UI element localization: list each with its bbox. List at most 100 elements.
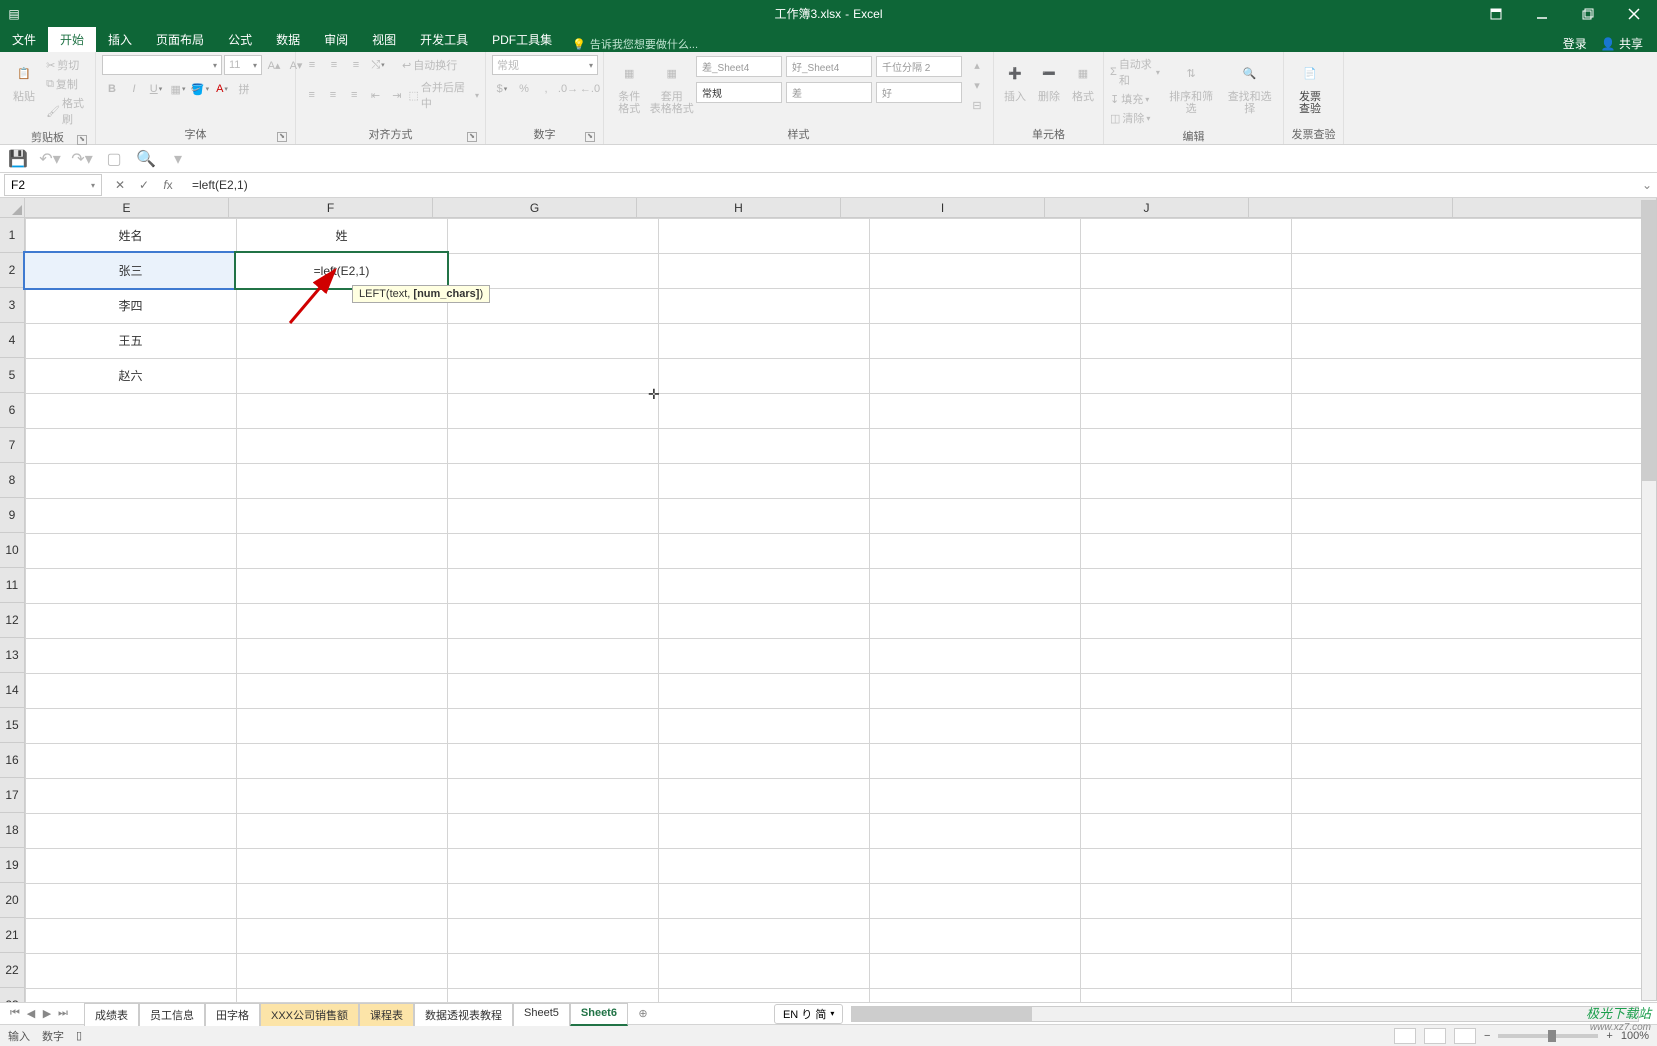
qat-item-6[interactable]: ▾	[168, 149, 188, 169]
vertical-scrollbar[interactable]	[1641, 200, 1657, 1001]
sheet-tab-田字格[interactable]: 田字格	[205, 1003, 260, 1026]
row-header-3[interactable]: 3	[0, 288, 24, 323]
sheet-tab-数据透视表教程[interactable]: 数据透视表教程	[414, 1003, 513, 1026]
row-header-18[interactable]: 18	[0, 813, 24, 848]
styles-more-icon[interactable]: ⊟	[967, 95, 987, 115]
cell-F2[interactable]: =left(E2,1)	[236, 253, 447, 288]
row-header-19[interactable]: 19	[0, 848, 24, 883]
copy-button[interactable]: ⧉复制	[46, 76, 89, 92]
cell-style-good-sheet4[interactable]: 好_Sheet4	[786, 56, 872, 77]
row-header-22[interactable]: 22	[0, 953, 24, 988]
insert-cells-button[interactable]: ➕插入	[1000, 55, 1030, 105]
name-box[interactable]: F2▾	[4, 174, 102, 196]
percent-format-icon[interactable]: %	[514, 79, 534, 99]
col-header-G[interactable]: G	[433, 198, 637, 217]
row-header-1[interactable]: 1	[0, 218, 24, 253]
align-top-icon[interactable]: ≡	[302, 55, 322, 75]
font-size-dropdown[interactable]: 11▾	[224, 55, 262, 75]
font-color-button[interactable]: A	[212, 79, 232, 99]
cell-E4[interactable]: 王五	[25, 323, 236, 358]
close-button[interactable]	[1611, 0, 1657, 27]
row-header-9[interactable]: 9	[0, 498, 24, 533]
cells-area[interactable]: 姓名姓张三=left(E2,1)李四王五赵六	[25, 218, 1657, 1002]
increase-font-icon[interactable]: A▴	[264, 55, 284, 75]
format-as-table-button[interactable]: ▦套用 表格格式	[653, 55, 692, 117]
col-header-I[interactable]: I	[841, 198, 1045, 217]
format-painter-button[interactable]: 🖌格式刷	[46, 95, 89, 127]
tab-insert[interactable]: 插入	[96, 27, 144, 52]
col-header-J[interactable]: J	[1045, 198, 1249, 217]
paste-button[interactable]: 📋 粘贴	[6, 55, 42, 105]
enter-formula-icon[interactable]: ✓	[134, 176, 154, 194]
cell-E5[interactable]: 赵六	[25, 358, 236, 393]
orientation-icon[interactable]: ⤭	[368, 55, 388, 75]
invoice-check-button[interactable]: 📄发票 查验	[1290, 55, 1330, 117]
sheet-nav-last-icon[interactable]: ⏭	[56, 1007, 70, 1021]
tab-pdf-tools[interactable]: PDF工具集	[480, 27, 564, 52]
view-page-layout-icon[interactable]	[1424, 1028, 1446, 1044]
font-dialog-launcher[interactable]: ⬊	[277, 132, 287, 142]
share-button[interactable]: 👤 共享	[1601, 35, 1643, 52]
tell-me[interactable]: 💡告诉我您想要做什么...	[572, 36, 698, 52]
sheet-tab-员工信息[interactable]: 员工信息	[139, 1003, 205, 1026]
row-header-20[interactable]: 20	[0, 883, 24, 918]
sheet-nav-first-icon[interactable]: ⏮	[8, 1007, 22, 1021]
sheet-tab-成绩表[interactable]: 成绩表	[84, 1003, 139, 1026]
cell-style-thousands[interactable]: 千位分隔 2	[876, 56, 962, 77]
sheet-tab-Sheet5[interactable]: Sheet5	[513, 1003, 570, 1026]
format-cells-button[interactable]: ▦格式	[1068, 55, 1098, 105]
ribbon-display-options[interactable]	[1473, 0, 1519, 27]
h-scroll-thumb[interactable]	[852, 1007, 1032, 1021]
sheet-tab-Sheet6[interactable]: Sheet6	[570, 1003, 628, 1026]
row-header-15[interactable]: 15	[0, 708, 24, 743]
cell-E1[interactable]: 姓名	[25, 218, 236, 253]
sheet-nav-prev-icon[interactable]: ◀	[24, 1007, 38, 1021]
undo-icon[interactable]: ↶▾	[40, 149, 60, 169]
tab-file[interactable]: 文件	[0, 27, 48, 52]
styles-scroll-up-icon[interactable]: ▴	[967, 55, 987, 75]
row-header-16[interactable]: 16	[0, 743, 24, 778]
view-page-break-icon[interactable]	[1454, 1028, 1476, 1044]
row-header-2[interactable]: 2	[0, 253, 24, 288]
select-all-triangle[interactable]	[0, 198, 25, 218]
decrease-indent-icon[interactable]: ⇤	[366, 85, 385, 105]
minimize-button[interactable]	[1519, 0, 1565, 27]
row-header-10[interactable]: 10	[0, 533, 24, 568]
horizontal-scrollbar[interactable]	[851, 1006, 1639, 1022]
border-button[interactable]: ▦	[168, 79, 188, 99]
row-header-6[interactable]: 6	[0, 393, 24, 428]
tab-view[interactable]: 视图	[360, 27, 408, 52]
qat-item-4[interactable]: ▢	[104, 149, 124, 169]
align-left-icon[interactable]: ≡	[302, 85, 321, 105]
expand-formula-bar-icon[interactable]: ⌄	[1637, 178, 1657, 192]
row-header-12[interactable]: 12	[0, 603, 24, 638]
row-header-21[interactable]: 21	[0, 918, 24, 953]
formula-input[interactable]: =left(E2,1)	[186, 178, 1637, 192]
qat-item-5[interactable]: 🔍	[136, 149, 156, 169]
italic-button[interactable]: I	[124, 79, 144, 99]
row-header-4[interactable]: 4	[0, 323, 24, 358]
alignment-dialog-launcher[interactable]: ⬊	[467, 132, 477, 142]
autosum-button[interactable]: Σ自动求和▾	[1110, 56, 1160, 88]
tab-page-layout[interactable]: 页面布局	[144, 27, 216, 52]
row-header-23[interactable]: 23	[0, 988, 24, 1002]
row-headers[interactable]: 1234567891011121314151617181920212223	[0, 218, 25, 1002]
col-header-E[interactable]: E	[25, 198, 229, 217]
tab-review[interactable]: 审阅	[312, 27, 360, 52]
conditional-formatting-button[interactable]: ▦条件格式	[610, 55, 649, 117]
zoom-thumb[interactable]	[1548, 1030, 1556, 1042]
column-headers[interactable]: EFGHIJ	[25, 198, 1657, 218]
row-header-14[interactable]: 14	[0, 673, 24, 708]
find-select-button[interactable]: 🔍查找和选择	[1222, 55, 1277, 117]
comma-format-icon[interactable]: ,	[536, 79, 556, 99]
restore-button[interactable]	[1565, 0, 1611, 27]
styles-scroll-down-icon[interactable]: ▾	[967, 75, 987, 95]
col-header-H[interactable]: H	[637, 198, 841, 217]
row-header-5[interactable]: 5	[0, 358, 24, 393]
font-family-dropdown[interactable]: ▾	[102, 55, 222, 75]
number-dialog-launcher[interactable]: ⬊	[585, 132, 595, 142]
tab-home[interactable]: 开始	[48, 27, 96, 52]
v-scroll-thumb[interactable]	[1642, 201, 1656, 481]
cell-F1[interactable]: 姓	[236, 218, 447, 253]
save-icon[interactable]: 💾	[8, 149, 28, 169]
